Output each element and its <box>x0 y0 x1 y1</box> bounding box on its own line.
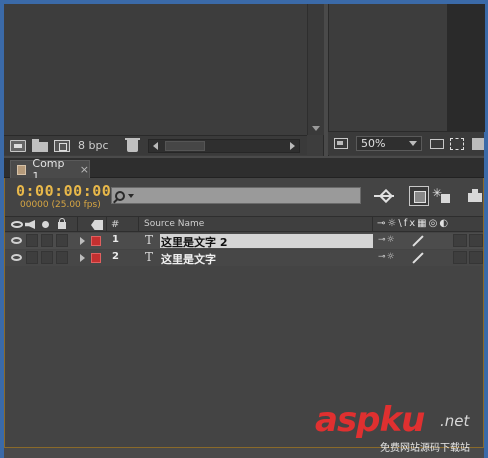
transparency-grid-icon[interactable] <box>472 137 484 150</box>
quality-pen-icon[interactable] <box>412 252 424 264</box>
solo-toggle[interactable] <box>41 251 53 264</box>
video-eye-icon <box>11 221 23 228</box>
viewer-footer-toolbar: 50% <box>328 131 484 155</box>
layer-number: 2 <box>112 251 119 262</box>
column-divider <box>372 217 373 231</box>
text-layer-icon: T <box>145 250 154 264</box>
solo-toggle[interactable] <box>41 234 53 247</box>
magnification-select[interactable]: 50% <box>356 136 422 151</box>
project-horizontal-scrollbar[interactable] <box>147 138 300 153</box>
label-tag-icon <box>91 220 103 230</box>
grid-guides-icon[interactable] <box>430 138 444 149</box>
solo-icon <box>42 221 49 228</box>
layer-search-input[interactable] <box>111 187 361 204</box>
adjustment-toggle[interactable] <box>453 251 467 264</box>
interpret-footage-icon[interactable] <box>10 139 26 152</box>
composition-icon <box>17 164 27 175</box>
composition-flowchart-icon[interactable] <box>374 186 394 206</box>
switches-header: ⊸☼\fx▦◎◐ <box>377 218 451 229</box>
watermark-brand: aspku <box>315 400 425 440</box>
always-preview-icon[interactable] <box>334 138 348 149</box>
watermark-domain: .net <box>440 412 470 430</box>
current-time-display[interactable]: 0:00:00:00 <box>16 182 111 200</box>
region-of-interest-icon[interactable] <box>450 137 464 150</box>
viewer-canvas <box>447 4 485 132</box>
text-layer-icon: T <box>145 233 154 247</box>
project-panel <box>4 4 324 156</box>
audio-toggle[interactable] <box>26 234 38 247</box>
search-icon <box>115 190 125 201</box>
new-composition-icon[interactable] <box>54 139 70 152</box>
layer-row[interactable]: 2 T 这里是文字 ⊸☼ <box>5 250 483 266</box>
chevron-down-icon <box>409 141 417 146</box>
eye-icon[interactable] <box>11 254 22 261</box>
layer-number: 1 <box>112 234 119 245</box>
audio-toggle[interactable] <box>26 251 38 264</box>
project-vertical-scrollbar[interactable] <box>307 4 324 135</box>
scroll-left-arrow-icon[interactable] <box>152 141 158 150</box>
layer-name[interactable]: 这里是文字 2 <box>160 234 373 249</box>
chevron-down-icon[interactable] <box>128 193 134 198</box>
new-folder-icon[interactable] <box>32 138 48 152</box>
3d-layer-toggle[interactable] <box>469 251 483 264</box>
adjustment-toggle[interactable] <box>453 234 467 247</box>
layer-switches[interactable]: ⊸☼ <box>378 252 396 262</box>
layer-column-header: # Source Name ⊸☼\fx▦◎◐ <box>5 216 483 232</box>
layer-switches[interactable]: ⊸☼ <box>378 235 396 245</box>
scroll-right-arrow-icon[interactable] <box>289 141 295 150</box>
live-update-icon[interactable] <box>409 186 429 206</box>
eye-icon[interactable] <box>11 237 22 244</box>
expand-triangle-icon[interactable] <box>80 254 85 262</box>
lock-toggle[interactable] <box>56 234 68 247</box>
tab-comp-1[interactable]: Comp 1 × <box>10 157 90 183</box>
frame-count-display: 00000 (25.00 fps) <box>20 200 101 210</box>
3d-layer-toggle[interactable] <box>469 234 483 247</box>
trash-icon[interactable] <box>124 137 140 152</box>
shy-layers-icon[interactable] <box>466 186 486 206</box>
magnification-value: 50% <box>361 137 386 150</box>
label-color-swatch[interactable] <box>91 253 101 263</box>
bit-depth-button[interactable]: 8 bpc <box>78 139 109 152</box>
column-divider <box>138 217 139 231</box>
lock-toggle[interactable] <box>56 251 68 264</box>
audio-speaker-icon <box>25 220 35 229</box>
layer-row[interactable]: 1 T 这里是文字 2 ⊸☼ <box>5 233 483 249</box>
label-color-swatch[interactable] <box>91 236 101 246</box>
column-divider <box>77 217 78 231</box>
scroll-thumb[interactable] <box>164 140 205 151</box>
layer-number-header: # <box>111 219 120 230</box>
timeline-tab-bar: Comp 1 × <box>4 157 484 183</box>
lock-icon <box>58 218 66 229</box>
close-icon[interactable]: × <box>80 163 89 176</box>
watermark-subtitle: 免费网站源码下载站 <box>380 443 470 454</box>
source-name-header[interactable]: Source Name <box>144 219 204 229</box>
layer-name[interactable]: 这里是文字 <box>160 251 216 266</box>
project-footer-toolbar: 8 bpc <box>4 135 307 155</box>
scroll-down-arrow-icon[interactable] <box>312 126 320 131</box>
column-divider <box>106 217 107 231</box>
expand-triangle-icon[interactable] <box>80 237 85 245</box>
draft-3d-icon[interactable] <box>432 186 452 206</box>
quality-pen-icon[interactable] <box>412 235 424 247</box>
